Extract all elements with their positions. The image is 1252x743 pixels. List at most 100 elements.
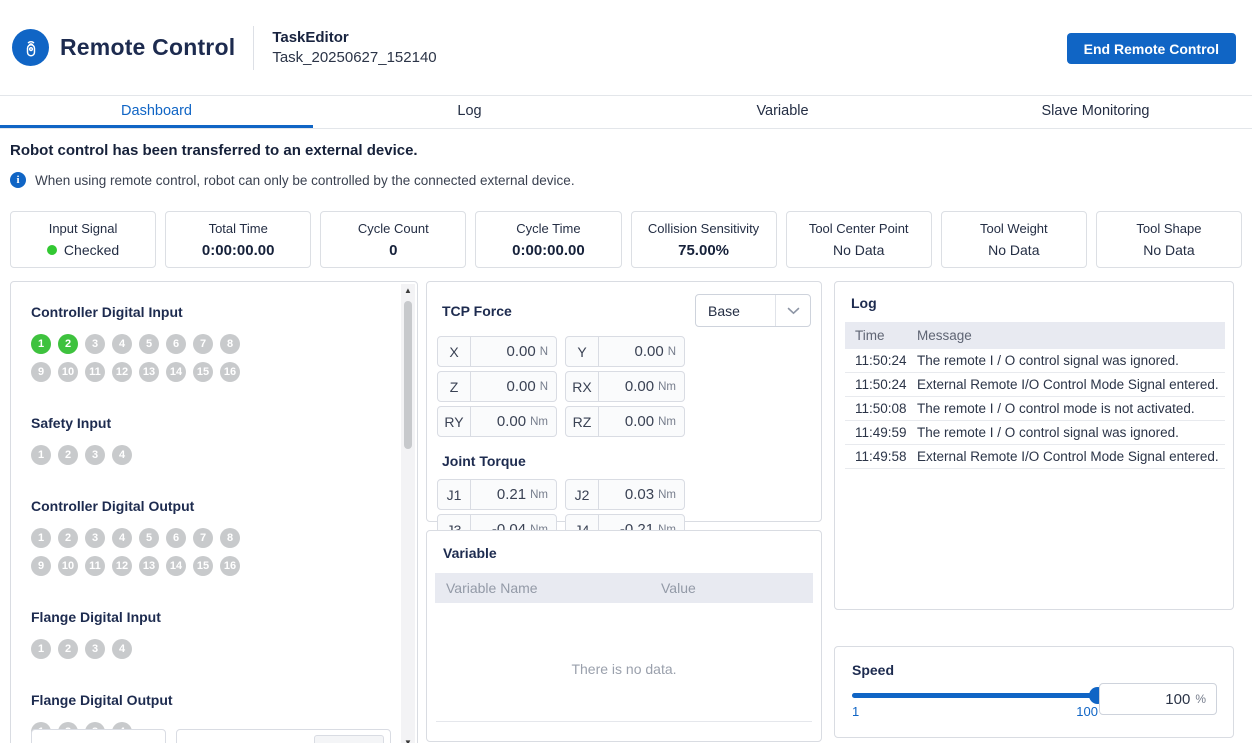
tab-item[interactable]: Log — [313, 97, 626, 128]
io-indicator-grid: 12345678910111213141516 — [31, 334, 243, 382]
io-indicator-4: 4 — [112, 445, 132, 465]
io-section-title: Safety Input — [31, 415, 381, 431]
log-message: External Remote I/O Control Mode Signal … — [917, 449, 1225, 464]
io-indicator-7: 7 — [193, 334, 213, 354]
io-section-title: Flange Digital Input — [31, 609, 381, 625]
io-indicator-13: 13 — [139, 556, 159, 576]
torque-value: 0.03Nm — [599, 480, 684, 509]
io-indicator-15: 15 — [193, 362, 213, 382]
force-value-box: Z 0.00N — [437, 371, 557, 402]
stat-card-value: 0:00:00.00 — [512, 242, 585, 259]
log-time: 11:49:59 — [845, 425, 917, 440]
io-footer-field[interactable] — [31, 729, 166, 743]
log-table-row: 11:50:24 The remote I / O control signal… — [845, 349, 1225, 373]
tcp-force-panel: TCP Force Base X 0.00N Y 0.00N — [426, 281, 822, 522]
speed-slider-fill — [852, 693, 1098, 698]
stat-card: Total Time 0:00:00.00 — [165, 211, 311, 268]
force-unit: N — [540, 346, 548, 358]
stat-card: Tool Weight No Data — [941, 211, 1087, 268]
io-indicator-2: 2 — [58, 445, 78, 465]
speed-panel: Speed 1 100 100 % — [834, 646, 1234, 738]
force-value: 0.00N — [471, 372, 556, 401]
notice-section: Robot control has been transferred to an… — [10, 142, 575, 188]
io-indicator-grid: 1234 — [31, 639, 243, 659]
speed-slider-track[interactable] — [852, 693, 1098, 698]
io-panel-scrollbar[interactable]: ▲ ▼ — [401, 284, 415, 743]
joint-torque-title: Joint Torque — [442, 453, 811, 469]
io-footer-button[interactable] — [314, 735, 384, 743]
speed-slider[interactable] — [852, 693, 1098, 698]
stat-card: Cycle Time 0:00:00.00 — [475, 211, 621, 268]
joint-label: J1 — [438, 480, 471, 509]
stat-card: Tool Shape No Data — [1096, 211, 1242, 268]
io-indicator-9: 9 — [31, 556, 51, 576]
io-indicator-8: 8 — [220, 528, 240, 548]
value-column-header: Value — [661, 580, 696, 596]
io-indicator-1: 1 — [31, 445, 51, 465]
io-indicator-grid: 12345678910111213141516 — [31, 528, 243, 576]
force-value: 0.00N — [599, 337, 684, 366]
tab-item[interactable]: Dashboard — [0, 97, 313, 128]
scroll-down-icon[interactable]: ▼ — [404, 736, 412, 743]
scroll-up-icon[interactable]: ▲ — [404, 284, 412, 298]
stat-card: Input Signal Checked — [10, 211, 156, 268]
chevron-down-icon — [776, 307, 810, 315]
force-value-box: X 0.00N — [437, 336, 557, 367]
io-section: Controller Digital Input 123456789101112… — [31, 304, 381, 382]
io-indicator-8: 8 — [220, 334, 240, 354]
io-section-title: Controller Digital Input — [31, 304, 381, 320]
io-indicator-14: 14 — [166, 556, 186, 576]
force-axis-label: Z — [438, 372, 471, 401]
stat-card-value: No Data — [1143, 242, 1194, 258]
log-table-row: 11:49:59 The remote I / O control signal… — [845, 421, 1225, 445]
io-indicator-14: 14 — [166, 362, 186, 382]
io-footer-field[interactable] — [176, 729, 391, 743]
io-indicator-4: 4 — [112, 528, 132, 548]
tab-item[interactable]: Slave Monitoring — [939, 97, 1252, 128]
joint-label: J2 — [566, 480, 599, 509]
stat-card-label: Input Signal — [49, 221, 118, 236]
io-indicator-12: 12 — [112, 556, 132, 576]
end-remote-control-button[interactable]: End Remote Control — [1067, 33, 1236, 64]
speed-value-field[interactable]: 100 % — [1099, 683, 1217, 715]
torque-value-box: J1 0.21Nm — [437, 479, 557, 510]
stat-card-value: Checked — [47, 242, 119, 258]
io-indicator-10: 10 — [58, 556, 78, 576]
stat-card-label: Cycle Time — [516, 221, 580, 236]
stat-card: Cycle Count 0 — [320, 211, 466, 268]
scrollbar-thumb[interactable] — [404, 301, 412, 449]
log-table-row: 11:50:24 External Remote I/O Control Mod… — [845, 373, 1225, 397]
force-axis-label: RX — [566, 372, 599, 401]
io-indicator-4: 4 — [112, 334, 132, 354]
io-indicator-3: 3 — [85, 528, 105, 548]
io-section: Safety Input 1234 — [31, 415, 381, 465]
torque-unit: Nm — [530, 489, 548, 501]
message-column-header: Message — [917, 328, 1225, 343]
stat-card-label: Tool Center Point — [809, 221, 909, 236]
coordinate-frame-dropdown[interactable]: Base — [695, 294, 811, 327]
io-indicator-3: 3 — [85, 334, 105, 354]
stat-card-label: Cycle Count — [358, 221, 429, 236]
stat-card-value: 0:00:00.00 — [202, 242, 275, 259]
speed-max-label: 100 — [1076, 704, 1098, 719]
variable-name-column-header: Variable Name — [435, 580, 661, 596]
task-editor-label: TaskEditor — [272, 29, 436, 46]
log-time: 11:49:58 — [845, 449, 917, 464]
status-dot-icon — [47, 245, 57, 255]
time-column-header: Time — [845, 328, 917, 343]
torque-unit: Nm — [658, 489, 676, 501]
force-value-box: RY 0.00Nm — [437, 406, 557, 437]
io-section: Controller Digital Output 12345678910111… — [31, 498, 381, 576]
speed-title: Speed — [852, 662, 1217, 678]
io-section-title: Controller Digital Output — [31, 498, 381, 514]
tcp-force-title: TCP Force — [442, 303, 512, 319]
stat-card-label: Collision Sensitivity — [648, 221, 759, 236]
io-indicator-13: 13 — [139, 362, 159, 382]
log-panel: Log Time Message 11:50:24 The remote I /… — [834, 281, 1234, 610]
tab-item[interactable]: Variable — [626, 97, 939, 128]
speed-min-label: 1 — [852, 704, 859, 719]
log-time: 11:50:08 — [845, 401, 917, 416]
torque-value: 0.21Nm — [471, 480, 556, 509]
io-indicator-4: 4 — [112, 639, 132, 659]
speed-value: 100 — [1165, 691, 1190, 708]
